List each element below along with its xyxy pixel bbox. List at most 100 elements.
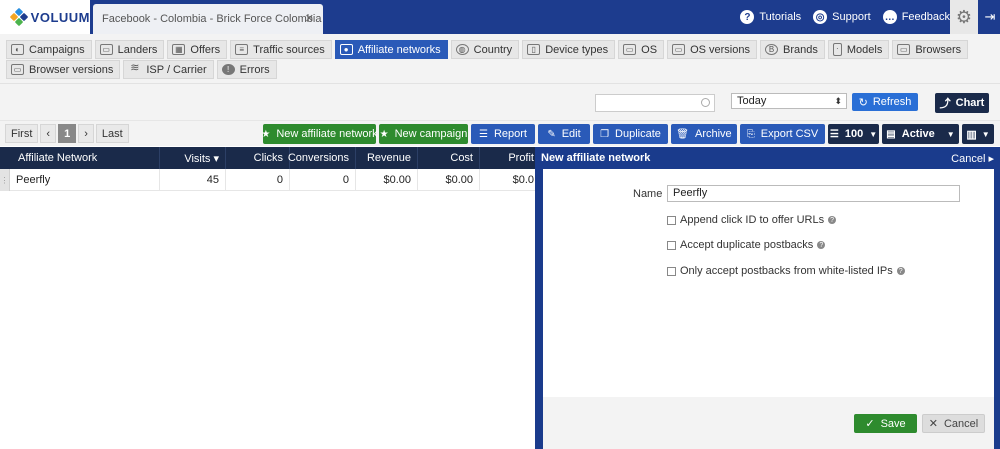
browser-icon: ▭ [11,64,24,75]
accept-duplicate-postbacks-checkbox[interactable] [667,240,676,250]
campaign-tab[interactable]: Facebook - Colombia - Brick Force Colomb… [93,4,323,34]
trash-icon: 🗑 [676,128,689,140]
star-icon: ★ [261,128,271,140]
tab-models[interactable]: · Models [827,40,890,59]
error-icon: ! [221,64,235,75]
gear-icon[interactable]: ⚙ [950,0,978,34]
whitelisted-ips-checkbox[interactable] [667,266,676,276]
feedback-link[interactable]: … Feedback [882,10,950,24]
tab-label: OS [641,43,658,56]
new-affiliate-network-panel: New affiliate network Cancel ▸ Name Peer… [535,147,1000,449]
chart-label: Chart [955,97,985,109]
tab-offers[interactable]: ▦ Offers [167,40,228,59]
column-header[interactable]: Revenue [356,147,418,169]
edit-button[interactable]: ✎ Edit [538,124,590,144]
affiliate-icon: ● [339,44,353,55]
column-header[interactable]: Visits ▾ [160,147,226,169]
first-page-button[interactable]: First [5,124,39,143]
affiliate-networks-table: Affiliate Network Visits ▾ Clicks Conver… [0,147,540,449]
tab-browser-versions[interactable]: ▭ Browser versions [6,60,121,79]
landers-icon: ▭ [99,44,113,55]
tab-brands[interactable]: B Brands [760,40,825,59]
per-page-value: 100 [844,128,864,140]
star-icon: ★ [379,128,389,140]
row-handle-icon[interactable]: ⋮ [0,169,10,191]
caret-down-icon: ▼ [981,129,990,139]
tab-traffic-sources[interactable]: ≡ Traffic sources [230,40,332,59]
per-page-select[interactable]: ☰ 100 ▼ [828,124,879,144]
whitelisted-ips-option[interactable]: Only accept postbacks from white-listed … [667,265,905,277]
tab-label: Browser versions [29,63,114,76]
help-icon[interactable]: ? [817,241,826,249]
chart-button[interactable]: ⤴ Chart [935,93,989,113]
refresh-button[interactable]: ↻ Refresh [852,93,918,111]
tab-affiliate-networks[interactable]: ● Affiliate networks [334,40,448,59]
tab-label: Offers [190,43,221,56]
export-icon: ⎘ [746,128,755,140]
append-click-id-option[interactable]: Append click ID to offer URLs ? [667,214,837,226]
pagination: First ‹ 1 › Last [5,124,131,143]
tab-os-versions[interactable]: ▭ OS versions [667,40,757,59]
report-button[interactable]: ☰ Report [471,124,535,144]
column-header[interactable]: Profit [480,147,540,169]
table-row[interactable]: ⋮ Peerfly 45 0 0 $0.00 $0.00 $0.0 [0,169,540,191]
date-range-select[interactable]: Today ⬍ [731,93,847,109]
last-page-button[interactable]: Last [95,124,129,143]
list-icon: ☰ [829,128,839,140]
tab-device-types[interactable]: ▯ Device types [522,40,616,59]
columns-select[interactable]: ▥ ▼ [962,124,994,144]
phone-icon: · [832,43,842,56]
laptop-icon: ▭ [672,44,686,55]
status-select[interactable]: ▤ Active ▼ [882,124,959,144]
tab-browsers[interactable]: ▭ Browsers [892,40,969,59]
logo-text: VOLUUM [30,9,90,25]
panel-body: Name Peerfly Append click ID to offer UR… [543,169,994,449]
next-page-button[interactable]: › [78,124,94,143]
chat-bubble-icon: … [882,10,897,24]
tab-os[interactable]: ▭ OS [618,40,665,59]
export-csv-button[interactable]: ⎘ Export CSV [740,124,825,144]
support-link[interactable]: ◎ Support [813,10,871,24]
save-button[interactable]: ✓ Save [854,414,917,433]
help-icon[interactable]: ? [828,216,837,224]
copy-icon: ❐ [600,128,610,140]
column-header[interactable]: Clicks [226,147,290,169]
offers-icon: ▦ [172,44,186,55]
tab-label: Device types [545,43,609,56]
column-header[interactable]: Affiliate Network [0,147,160,169]
laptop-icon: ▭ [623,44,637,55]
checkbox-label: Only accept postbacks from white-listed … [680,265,893,277]
tab-label: Brands [783,43,818,56]
tab-landers[interactable]: ▭ Landers [94,40,165,59]
duplicate-button[interactable]: ❐ Duplicate [593,124,668,144]
archive-button[interactable]: 🗑 Archive [671,124,737,144]
feedback-label: Feedback [901,11,950,23]
tab-isp-carrier[interactable]: ≋ ISP / Carrier [123,60,214,79]
column-header[interactable]: Conversions [288,147,356,169]
tab-campaigns[interactable]: ◐ Campaigns [6,40,92,59]
logout-icon[interactable]: ⇥ [980,0,1000,34]
tab-label: Country [473,43,513,56]
chart-icon: ⤴ [939,98,951,110]
name-input[interactable]: Peerfly [667,185,960,202]
button-label: New campaign [394,128,468,140]
cancel-button[interactable]: ✕ Cancel [922,414,985,433]
button-label: Edit [561,128,581,140]
panel-footer: ✓ Save ✕ Cancel [543,397,994,449]
column-header[interactable]: Cost [418,147,480,169]
app-logo[interactable]: VOLUUM [0,0,90,34]
tab-errors[interactable]: ! Errors [216,60,277,79]
current-page[interactable]: 1 [58,124,77,143]
tab-country[interactable]: ◍ Country [450,40,520,59]
tutorials-link[interactable]: ? Tutorials [740,10,801,24]
prev-page-button[interactable]: ‹ [40,124,57,143]
checkbox-label: Accept duplicate postbacks [680,239,814,251]
accept-duplicate-postbacks-option[interactable]: Accept duplicate postbacks ? [667,239,826,251]
close-icon[interactable]: ✕ [305,12,314,25]
append-click-id-checkbox[interactable] [667,215,676,225]
new-campaign-button[interactable]: ★ New campaign [379,124,468,144]
help-icon[interactable]: ? [896,267,905,275]
search-input[interactable] [595,94,715,112]
panel-cancel-link[interactable]: Cancel ▸ [951,152,994,165]
new-affiliate-network-button[interactable]: ★ New affiliate network [261,124,378,144]
